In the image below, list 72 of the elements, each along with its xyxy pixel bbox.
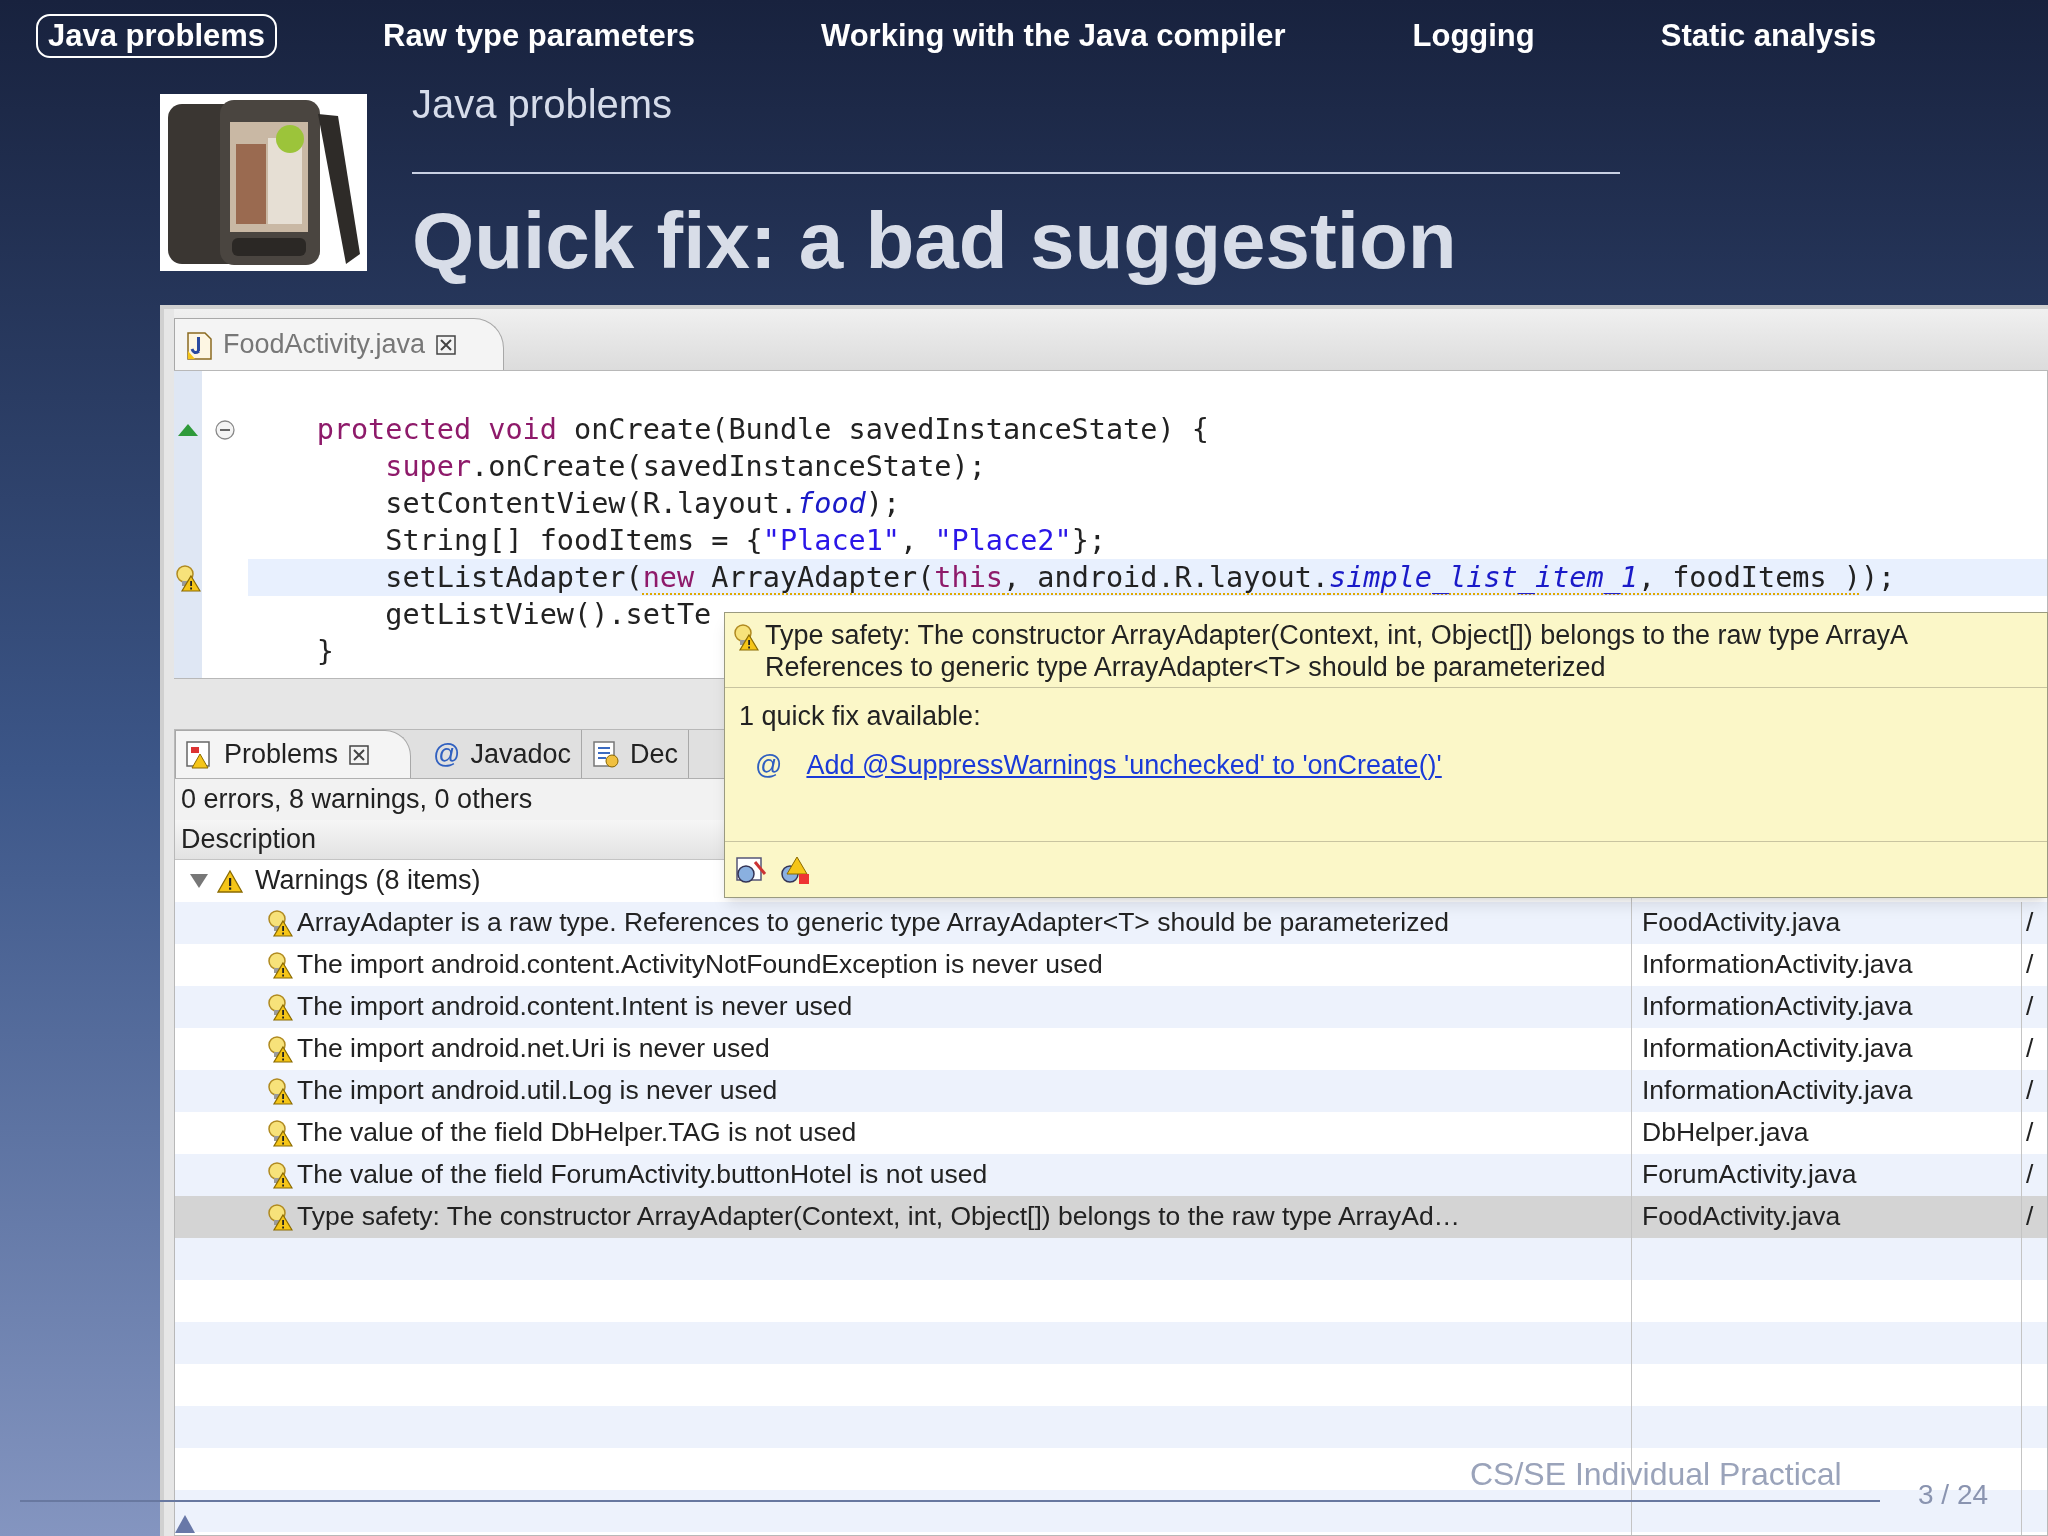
close-icon[interactable] xyxy=(348,743,371,766)
lightbulb-warning-icon xyxy=(267,992,293,1021)
lightbulb-warning-icon xyxy=(267,1202,293,1231)
lightbulb-warning-icon xyxy=(267,1118,293,1147)
warning-icon xyxy=(217,868,243,893)
path-text: / xyxy=(2026,1073,2034,1107)
path-text: / xyxy=(2026,947,2034,981)
view-tab[interactable]: Dec xyxy=(582,730,690,778)
lightbulb-warning-icon xyxy=(267,1034,293,1063)
override-arrow-icon xyxy=(177,422,199,437)
path-text: / xyxy=(2026,1157,2034,1191)
table-row[interactable]: ArrayAdapter is a raw type. References to generic type ArrayAdapter<T> should be parameterized FoodActivity.java / xyxy=(175,901,2047,944)
table-row[interactable]: Type safety: The constructor ArrayAdapter(Context, int, Object[]) belongs to the raw type ArrayAd… FoodActivity.java / xyxy=(175,1195,2047,1238)
editor-tab[interactable]: FoodActivity.java xyxy=(174,318,504,370)
lightbulb-warning-icon xyxy=(267,950,293,979)
path-text: / xyxy=(2026,1031,2034,1065)
resource-text: FoodActivity.java xyxy=(1642,1199,1841,1233)
section-subtitle: Java problems xyxy=(412,81,674,128)
code-line: setContentView(R.layout.food); xyxy=(384,486,901,522)
resource-text: InformationActivity.java xyxy=(1642,1031,1913,1065)
table-row[interactable]: The import android.util.Log is never used InformationActivity.java / xyxy=(175,1069,2047,1112)
description-text: The value of the field DbHelper.TAG is not used xyxy=(297,1115,857,1149)
quick-fix-count: 1 quick fix available: xyxy=(738,700,982,733)
resource-text: ForumActivity.java xyxy=(1642,1157,1857,1191)
nav-link[interactable]: Logging xyxy=(1400,13,1547,59)
group-label[interactable]: Warnings (8 items) xyxy=(255,860,481,901)
code-line: protected void onCreate(Bundle savedInstanceState) { xyxy=(315,412,1209,448)
lightbulb-warning-icon xyxy=(175,563,201,592)
resource-text: FoodActivity.java xyxy=(1642,905,1841,939)
declaration-icon xyxy=(590,739,621,769)
nav-link[interactable]: Static analysis xyxy=(1648,13,1889,59)
lightbulb-warning-icon xyxy=(267,908,293,937)
slide-title: Quick fix: a bad suggestion xyxy=(412,196,1458,286)
collapse-icon[interactable] xyxy=(214,418,236,441)
resource-text: InformationActivity.java xyxy=(1642,947,1913,981)
description-text: Type safety: The constructor ArrayAdapter(Context, int, Object[]) belongs to the raw type ArrayAd… xyxy=(297,1199,1461,1233)
description-text: The import android.content.ActivityNotFoundException is never used xyxy=(297,947,1103,981)
code-line: } xyxy=(315,634,334,670)
resource-text: DbHelper.java xyxy=(1642,1115,1809,1149)
table-row[interactable]: The value of the field ForumActivity.buttonHotel is not used ForumActivity.java / xyxy=(175,1153,2047,1196)
at-sign-icon: @ xyxy=(433,733,461,775)
problem-message: Type safety: The constructor ArrayAdapter(Context, int, Object[]) belongs to the raw type ArrayA xyxy=(765,619,1909,651)
page-number: 3 / 24 xyxy=(1918,1478,1989,1512)
lightbulb-warning-icon xyxy=(267,1160,293,1189)
description-text: The import android.util.Log is never used xyxy=(297,1073,778,1107)
code-line: super.onCreate(savedInstanceState); xyxy=(384,449,986,485)
resource-text: InformationActivity.java xyxy=(1642,1073,1913,1107)
table-row[interactable]: The import android.content.Intent is never used InformationActivity.java / xyxy=(175,985,2047,1028)
code-line: String[] foodItems = {"Place1", "Place2"}; xyxy=(384,523,1106,559)
view-tab[interactable]: Problems xyxy=(175,730,412,778)
code-line: setListAdapter(new ArrayAdapter(this, android.R.layout.simple_list_item_1, foodItems )); xyxy=(384,560,1896,596)
description-text: ArrayAdapter is a raw type. References to generic type ArrayAdapter<T> should be parameterized xyxy=(297,905,1449,939)
close-icon[interactable] xyxy=(435,333,458,356)
nav-link[interactable]: Working with the Java compiler xyxy=(809,13,1298,59)
path-text: / xyxy=(2026,905,2034,939)
resource-text: InformationActivity.java xyxy=(1642,989,1913,1023)
path-text: / xyxy=(2026,1115,2034,1149)
expand-triangle-icon[interactable] xyxy=(189,871,209,890)
nav-link[interactable]: Java problems xyxy=(36,13,278,59)
problem-message: References to generic type ArrayAdapter<T> should be parameterized xyxy=(765,651,1607,683)
path-text: / xyxy=(2026,1199,2034,1233)
footer-course-title: CS/SE Individual Practical xyxy=(1470,1455,1842,1494)
lightbulb-warning-icon xyxy=(267,1076,293,1105)
path-text: / xyxy=(2026,989,2034,1023)
navigation-marker-icon xyxy=(174,1514,196,1534)
lightbulb-warning-icon xyxy=(733,623,759,651)
description-text: The import android.content.Intent is never used xyxy=(297,989,853,1023)
nav-link[interactable]: Raw type parameters xyxy=(371,13,707,59)
description-text: The import android.net.Uri is never used xyxy=(297,1031,770,1065)
description-text: The value of the field ForumActivity.buttonHotel is not used xyxy=(297,1157,988,1191)
code-line: getListView().setTe xyxy=(384,597,712,633)
view-tab[interactable]: @ Javadoc xyxy=(411,730,583,778)
